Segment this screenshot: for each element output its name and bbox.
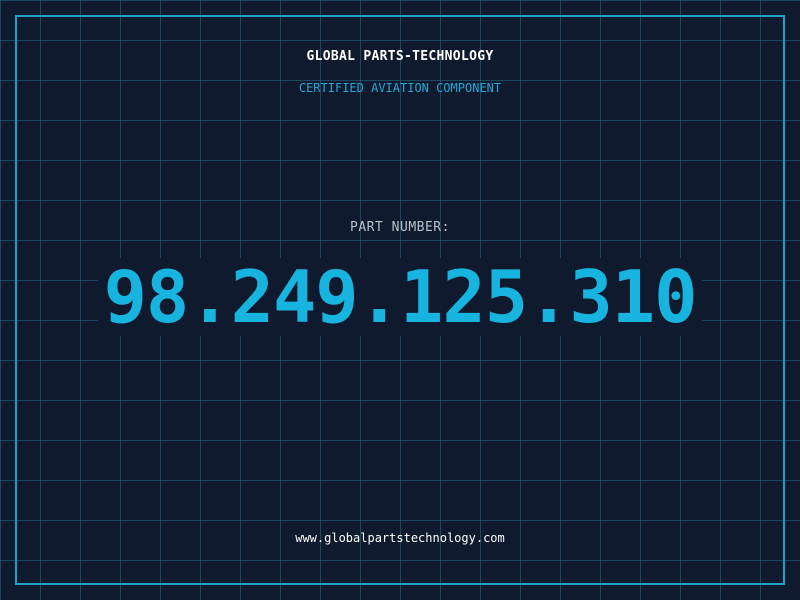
part-number-value: 98.249.125.310 [97, 258, 703, 336]
part-label-card: GLOBAL PARTS-TECHNOLOGY CERTIFIED AVIATI… [0, 0, 800, 600]
company-name: GLOBAL PARTS-TECHNOLOGY [306, 49, 494, 64]
website-url: www.globalpartstechnology.com [295, 531, 505, 545]
certification-text: CERTIFIED AVIATION COMPONENT [298, 81, 502, 95]
part-number-container: 98.249.125.310 [0, 258, 800, 336]
part-number-label: PART NUMBER: [350, 220, 450, 235]
